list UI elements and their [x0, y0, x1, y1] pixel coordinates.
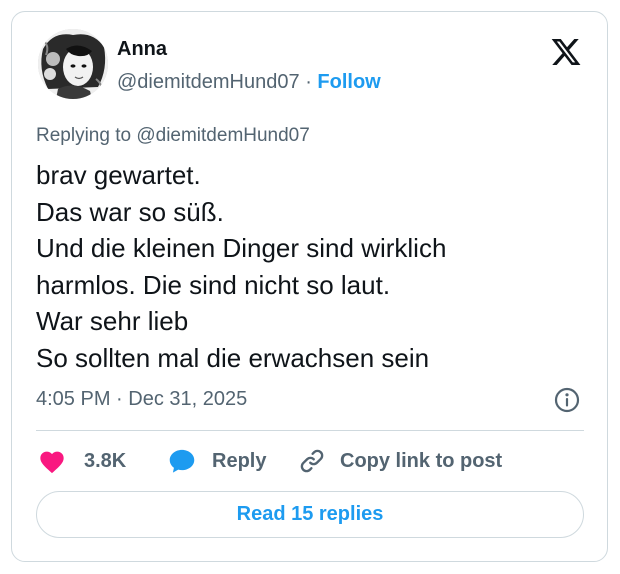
info-icon[interactable]: [553, 386, 581, 414]
avatar-image: [38, 29, 108, 99]
post-timestamp[interactable]: 4:05 PM · Dec 31, 2025: [36, 387, 247, 411]
link-icon: [300, 449, 324, 473]
post-card: Anna @diemitdemHund07 · Follow Replying …: [11, 11, 608, 562]
like-count: 3.8K: [84, 449, 127, 472]
x-logo-icon[interactable]: [550, 36, 582, 68]
reply-button[interactable]: Reply: [168, 446, 266, 476]
divider: [36, 430, 584, 431]
like-button[interactable]: 3.8K: [38, 446, 126, 476]
heart-icon: [40, 451, 64, 474]
post-text-line: Und die kleinen Dinger sind wirklich: [36, 233, 447, 263]
post-text-line: War sehr lieb: [36, 306, 189, 336]
follow-button[interactable]: Follow: [317, 71, 380, 93]
author-handle-row: @diemitdemHund07 · Follow: [117, 70, 381, 94]
post-text-line: harmlos. Die sind nicht so laut.: [36, 269, 391, 300]
post-text: brav gewartet. Das war so süß. Und die k…: [36, 157, 576, 376]
replying-to[interactable]: Replying to @diemitdemHund07: [36, 124, 310, 148]
handle-separator: ·: [305, 71, 312, 93]
reply-label: Reply: [212, 449, 267, 472]
post-text-line: So sollten mal die erwachsen sein: [36, 342, 430, 373]
copy-link-label: Copy link to post: [340, 449, 503, 472]
avatar[interactable]: [38, 29, 108, 99]
author-name[interactable]: Anna: [117, 37, 167, 61]
post-text-line: brav gewartet.: [36, 160, 201, 190]
speech-bubble-icon: [169, 449, 195, 473]
read-replies-button[interactable]: Read 15 replies: [36, 491, 584, 538]
post-text-line: Das war so süß.: [36, 196, 224, 227]
copy-link-button[interactable]: Copy link to post: [298, 446, 502, 476]
author-handle[interactable]: @diemitdemHund07: [117, 71, 300, 93]
